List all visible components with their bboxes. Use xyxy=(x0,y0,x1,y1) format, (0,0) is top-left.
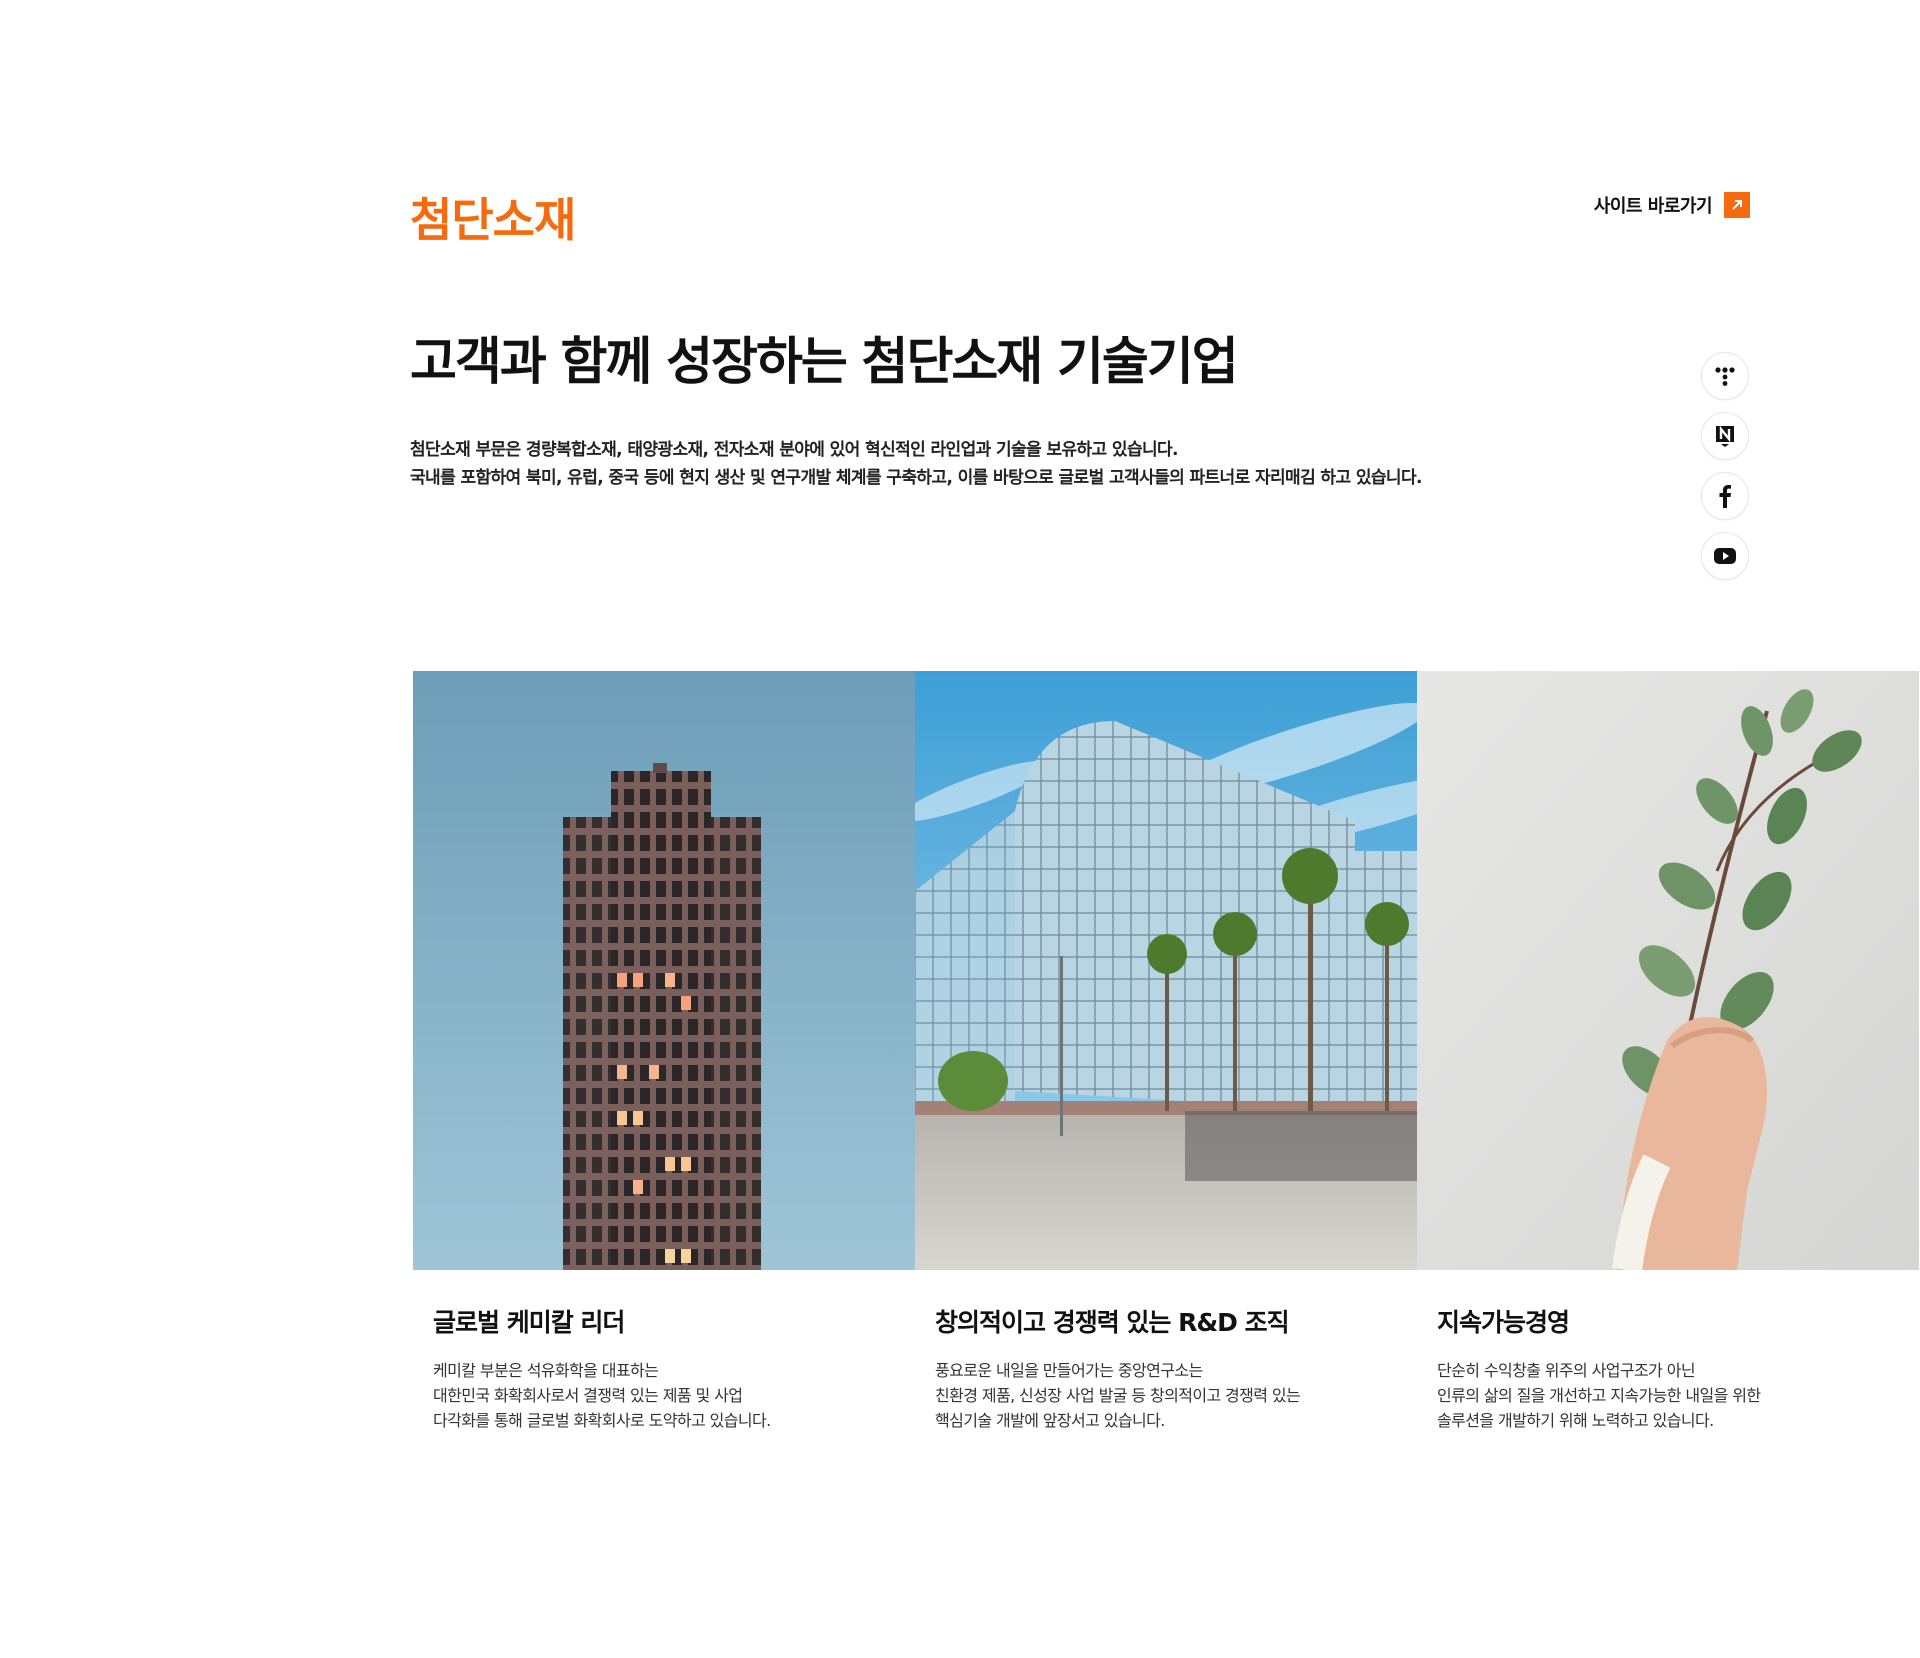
site-link-label: 사이트 바로가기 xyxy=(1593,196,1713,217)
tmap-button[interactable] xyxy=(1701,352,1749,400)
card-text-line: 풍요로운 내일을 만들어가는 중앙연구소는 xyxy=(935,1361,1203,1380)
card-text-line: 다각화를 통해 글로벌 화확회사로 도약하고 있습니다. xyxy=(433,1411,771,1430)
tmap-icon xyxy=(1715,367,1735,386)
glass-building-photo xyxy=(915,671,1417,1270)
card-text-line: 핵심기술 개발에 앞장서고 있습니다. xyxy=(935,1411,1165,1430)
card-text-line: 솔루션을 개발하기 위해 노력하고 있습니다. xyxy=(1437,1411,1714,1430)
skyscraper-photo xyxy=(413,671,915,1270)
feature-card[interactable]: 글로벌 케미칼 리더 케미칼 부분은 석유화학을 대표하는 대한민국 화확회사로… xyxy=(413,671,915,1451)
youtube-icon xyxy=(1714,548,1736,564)
feature-card[interactable]: 지속가능경영 단순히 수익창출 위주의 사업구조가 아닌 인류의 삶의 질을 개… xyxy=(1417,671,1919,1451)
description-line: 첨단소재 부문은 경량복합소재, 태양광소재, 전자소재 분야에 있어 혁신적인… xyxy=(410,440,1179,460)
youtube-button[interactable] xyxy=(1701,532,1749,580)
hero-description: 첨단소재 부문은 경량복합소재, 태양광소재, 전자소재 분야에 있어 혁신적인… xyxy=(410,436,1422,492)
card-text-line: 케미칼 부분은 석유화학을 대표하는 xyxy=(433,1361,659,1380)
card-title: 창의적이고 경쟁력 있는 R&D 조직 xyxy=(935,1308,1290,1337)
card-text-line: 단순히 수익창출 위주의 사업구조가 아닌 xyxy=(1437,1361,1696,1380)
section-header: 첨단소재 사이트 바로가기 xyxy=(410,190,1750,270)
card-description: 풍요로운 내일을 만들어가는 중앙연구소는 친환경 제품, 신성장 사업 발굴 … xyxy=(935,1358,1397,1433)
eucalyptus-hand-photo xyxy=(1417,671,1919,1270)
card-title: 글로벌 케미칼 리더 xyxy=(433,1308,625,1337)
feature-card[interactable]: 창의적이고 경쟁력 있는 R&D 조직 풍요로운 내일을 만들어가는 중앙연구소… xyxy=(915,671,1417,1451)
facebook-button[interactable] xyxy=(1701,472,1749,520)
page-headline: 고객과 함께 성장하는 첨단소재 기술기업 xyxy=(410,333,1239,392)
card-text-line: 대한민국 화확회사로서 결쟁력 있는 제품 및 사업 xyxy=(433,1386,743,1405)
card-text-line: 친환경 제품, 신성장 사업 발굴 등 창의적이고 경쟁력 있는 xyxy=(935,1386,1301,1405)
description-line: 국내를 포함하여 북미, 유럽, 중국 등에 현지 생산 및 연구개발 체계를 … xyxy=(410,468,1422,488)
naver-post-icon xyxy=(1716,425,1734,447)
card-description: 케미칼 부분은 석유화학을 대표하는 대한민국 화확회사로서 결쟁력 있는 제품… xyxy=(433,1358,895,1433)
facebook-icon xyxy=(1719,485,1731,508)
section-label: 첨단소재 xyxy=(410,193,576,247)
card-title: 지속가능경영 xyxy=(1437,1308,1570,1337)
social-links xyxy=(1701,352,1749,580)
external-link-icon xyxy=(1724,192,1750,218)
card-text-line: 인류의 삶의 질을 개선하고 지속가능한 내일을 위한 xyxy=(1437,1386,1761,1405)
site-link-button[interactable]: 사이트 바로가기 xyxy=(1594,192,1750,218)
feature-cards: 글로벌 케미칼 리더 케미칼 부분은 석유화학을 대표하는 대한민국 화확회사로… xyxy=(413,671,1920,1471)
card-description: 단순히 수익창출 위주의 사업구조가 아닌 인류의 삶의 질을 개선하고 지속가… xyxy=(1437,1358,1899,1433)
naver-post-button[interactable] xyxy=(1701,412,1749,460)
